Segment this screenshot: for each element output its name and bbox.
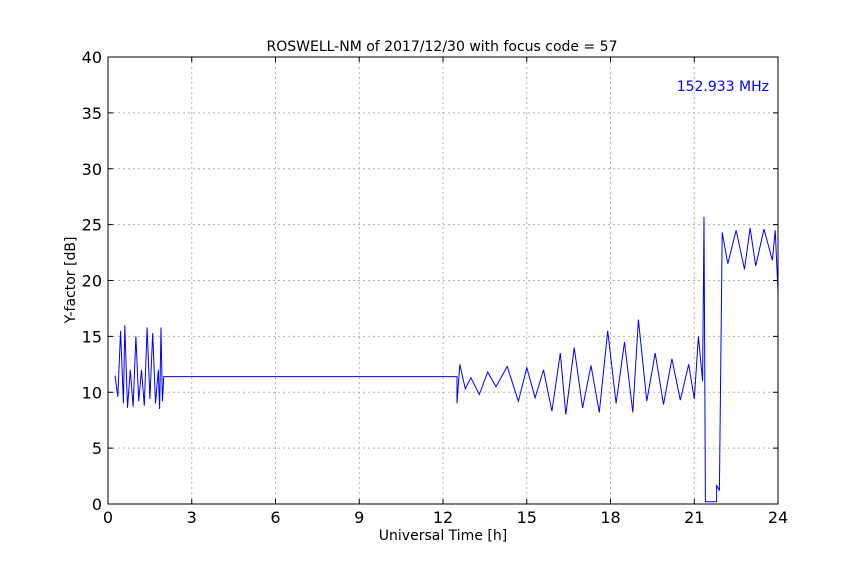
y-axis-label: Y-factor [dB] (63, 237, 79, 325)
chart-figure: ROSWELL-NM of 2017/12/30 with focus code… (0, 0, 864, 576)
x-tick-label: 15 (517, 508, 537, 527)
y-tick-label: 25 (82, 216, 102, 235)
y-tick-label: 20 (82, 272, 102, 291)
y-tick-label: 15 (82, 327, 102, 346)
x-tick-label: 9 (354, 508, 364, 527)
x-axis-label: Universal Time [h] (379, 528, 507, 544)
x-tick-label: 18 (600, 508, 620, 527)
y-tick-label: 30 (82, 160, 102, 179)
x-tick-label: 21 (684, 508, 704, 527)
frequency-annotation: 152.933 MHz (677, 79, 769, 95)
y-tick-label: 40 (82, 48, 102, 67)
chart-title: ROSWELL-NM of 2017/12/30 with focus code… (267, 39, 618, 55)
y-tick-label: 35 (82, 104, 102, 123)
y-tick-label: 10 (82, 383, 102, 402)
x-tick-label: 12 (433, 508, 453, 527)
x-tick-label: 0 (103, 508, 113, 527)
y-tick-label: 5 (92, 439, 102, 458)
x-tick-label: 3 (187, 508, 197, 527)
y-tick-label: 0 (92, 495, 102, 514)
x-tick-label: 24 (768, 508, 788, 527)
x-tick-label: 6 (270, 508, 280, 527)
